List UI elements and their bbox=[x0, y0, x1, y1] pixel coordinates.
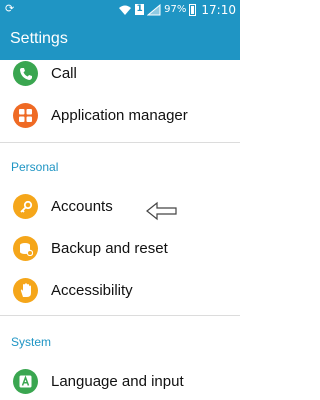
hand-icon bbox=[13, 278, 38, 303]
backup-icon bbox=[13, 236, 38, 261]
phone-icon bbox=[13, 61, 38, 86]
section-header-personal: Personal bbox=[11, 160, 59, 174]
section-header-system: System bbox=[11, 335, 52, 349]
list-item-call[interactable]: Call bbox=[0, 60, 240, 94]
list-item-backup-and-reset[interactable]: Backup and reset bbox=[0, 229, 240, 269]
list-item-accessibility[interactable]: Accessibility bbox=[0, 271, 240, 311]
battery-percent: 97% bbox=[164, 4, 187, 15]
app-bar: Settings bbox=[0, 19, 240, 60]
divider bbox=[0, 315, 240, 316]
status-bar: ⟳ 1 97% 17:10 bbox=[0, 0, 240, 19]
divider bbox=[0, 142, 240, 143]
list-item-label: Language and input bbox=[51, 373, 184, 390]
list-item-label: Application manager bbox=[51, 107, 188, 124]
status-clock: 17:10 bbox=[201, 2, 236, 17]
list-item-label: Accessibility bbox=[51, 282, 133, 299]
battery-icon bbox=[189, 3, 197, 16]
list-item-label: Accounts bbox=[51, 198, 113, 215]
list-item-label: Call bbox=[51, 65, 77, 82]
page-title: Settings bbox=[10, 30, 68, 47]
annotation-arrow-icon bbox=[146, 201, 177, 221]
list-item-accounts[interactable]: Accounts bbox=[0, 187, 240, 227]
list-item-language-and-input[interactable]: Language and input bbox=[0, 362, 240, 400]
grid-icon bbox=[13, 103, 38, 128]
wifi-icon bbox=[119, 5, 132, 15]
list-item-label: Backup and reset bbox=[51, 240, 168, 257]
sim-badge: 1 bbox=[135, 4, 145, 15]
language-icon bbox=[13, 369, 38, 394]
list-item-application-manager[interactable]: Application manager bbox=[0, 96, 240, 136]
sync-icon: ⟳ bbox=[5, 2, 15, 15]
signal-icon bbox=[147, 3, 161, 15]
key-icon bbox=[13, 194, 38, 219]
settings-list[interactable]: Call Application manager Personal Accoun… bbox=[0, 60, 240, 400]
